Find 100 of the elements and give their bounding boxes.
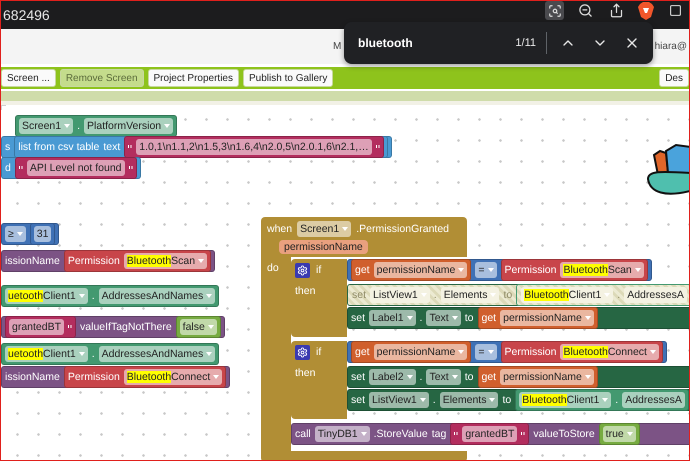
caret-icon (78, 294, 85, 298)
dropdown-field[interactable]: permissionName (500, 369, 594, 385)
block-label: . (617, 289, 620, 301)
input-field[interactable]: 31 (34, 226, 52, 242)
toolbar-button[interactable]: Des (659, 69, 689, 87)
find-input[interactable]: bluetooth (358, 36, 506, 50)
dropdown-field[interactable]: Screen1 (19, 118, 74, 134)
block-label: tag (432, 428, 446, 440)
code-block[interactable]: get permissionName = Permission BluetoothConnect (347, 341, 667, 363)
dropdown-field[interactable]: uetoothClient1 (5, 288, 88, 304)
dropdown-field[interactable]: true (602, 426, 636, 442)
toolbar-button[interactable]: Screen ... (1, 69, 56, 87)
dropdown-field[interactable]: AddressesAndNames (98, 346, 216, 362)
caret-icon (206, 352, 212, 356)
caret-icon (206, 294, 212, 298)
code-block[interactable]: 31 (30, 223, 56, 245)
code-block[interactable]: Permission BluetoothConnect (64, 366, 226, 388)
dropdown-field[interactable]: PlatformVersion (84, 118, 174, 134)
dropdown-field[interactable]: BluetoothConnect (560, 344, 659, 360)
code-block[interactable]: s list from csv table text 1.0,1\n1.1,2\n1.5,3\n1.6,4\n2.0,5\n2.0.1,6\n2.1,… (1, 136, 392, 158)
code-block[interactable]: 1.0,1\n1.1,2\n1.5,3\n1.6,4\n2.0,5\n2.0.1,6\n2.1,… (124, 136, 384, 158)
parameter-field[interactable]: permissionName (279, 240, 368, 254)
find-in-page-icon[interactable] (545, 1, 564, 20)
dropdown-field[interactable]: BluetoothScan (124, 253, 208, 269)
code-block[interactable]: grantedBT valueIfTagNotThere false (1, 316, 225, 338)
dropdown-field[interactable]: BluetoothScan (560, 262, 644, 278)
code-block[interactable]: Permission BluetoothScan (64, 250, 212, 272)
code-block[interactable]: false (176, 316, 221, 338)
string-field[interactable]: 1.0,1\n1.1,2\n1.5,3\n1.6,4\n2.0,5\n2.0.1,6\n2.1,… (136, 139, 372, 155)
toolbar-button[interactable]: Project Properties (148, 69, 239, 87)
block-label: call (295, 428, 311, 440)
dropdown-field[interactable]: permissionName (500, 310, 594, 326)
quote-icon (128, 166, 132, 170)
toolbar-button[interactable]: Publish to Gallery (243, 69, 334, 87)
block-label: to (502, 394, 512, 406)
caret-icon (650, 350, 656, 354)
block-label: if (316, 346, 322, 358)
caret-icon (489, 398, 496, 402)
code-block[interactable]: get permissionName (351, 259, 472, 281)
code-block[interactable]: set Label1 . Text to get permissionName (347, 307, 689, 329)
dropdown-field[interactable]: permissionName (374, 344, 468, 360)
code-block[interactable]: get permissionName (478, 307, 598, 329)
block-label: . (615, 394, 618, 406)
code-block[interactable]: Permission BluetoothConnect (500, 341, 663, 363)
block-label: . (420, 312, 422, 324)
dropdown-field[interactable]: ListView1 (369, 392, 429, 408)
block-label: set (351, 371, 366, 383)
code-block[interactable]: uetoothClient1 . AddressesAndNames (1, 285, 220, 307)
dropdown-field[interactable]: AddressesAndNames (98, 288, 216, 304)
code-block[interactable]: ≥ 31 (1, 223, 60, 245)
code-block[interactable]: d API Level not found (1, 157, 140, 179)
block-label: s (5, 141, 10, 153)
input-field[interactable]: grantedBT (9, 319, 64, 335)
dropdown-field[interactable]: Text (426, 369, 461, 385)
code-block[interactable]: get permissionName (478, 366, 598, 388)
dropdown-field[interactable]: uetoothClient1 (5, 346, 88, 362)
string-field[interactable]: grantedBT (462, 426, 518, 442)
dropdown-field[interactable]: = (475, 262, 497, 278)
dropdown-field[interactable]: permissionName (374, 262, 468, 278)
code-block[interactable]: Permission BluetoothScan (500, 259, 648, 281)
block-label: . (77, 120, 80, 132)
dropdown-field[interactable]: TinyDB1 (314, 426, 370, 442)
dropdown-field[interactable]: BluetoothClient1 (519, 392, 612, 408)
caret-icon (406, 375, 413, 379)
dropdown-field[interactable]: = (475, 344, 497, 360)
code-block[interactable]: true (598, 423, 640, 445)
code-block[interactable]: set Label2 . Text to get permissionName (347, 366, 689, 388)
dropdown-field[interactable]: Elements (440, 392, 498, 408)
block-label: Permission (68, 371, 120, 383)
gear-icon[interactable] (295, 262, 310, 278)
code-block[interactable]: get permissionName = Permission BluetoothScan (347, 259, 652, 281)
code-block[interactable]: API Level not found (14, 157, 136, 179)
dropdown-field[interactable]: ≥ (5, 226, 26, 242)
code-block[interactable]: set ListView1 . Elements to BluetoothClient1 . AddressesA (347, 389, 689, 411)
code-block[interactable]: Screen1 . PlatformVersion (15, 115, 178, 137)
dropdown-field[interactable]: Screen1 (297, 221, 352, 237)
caret-icon (584, 375, 591, 379)
gear-icon[interactable] (295, 344, 310, 360)
code-block[interactable]: issionName Permission BluetoothScan (1, 250, 216, 272)
code-block[interactable]: BluetoothClient1 . AddressesA (515, 389, 689, 411)
dropdown-field[interactable]: false (180, 319, 217, 335)
code-block[interactable]: call TinyDB1 .StoreValue tag grantedBT valueToStore true (291, 423, 689, 445)
dropdown-field[interactable]: Label1 (369, 310, 416, 326)
dropdown-field[interactable]: BluetoothConnect (124, 369, 222, 385)
caret-icon (342, 227, 348, 231)
input-field[interactable]: AddressesA (622, 392, 685, 408)
code-block[interactable]: get permissionName (351, 341, 472, 363)
code-block[interactable]: list from csv table text 1.0,1\n1.1,2\n1.5,3\n1.6,4\n2.0,5\n2.0.1,6\n2.1,… (14, 136, 388, 158)
dropdown-field[interactable]: Text (426, 310, 461, 326)
block-label: get (355, 264, 370, 276)
dropdown-field[interactable]: Label2 (369, 369, 416, 385)
caret-icon (602, 398, 608, 402)
code-block[interactable]: grantedBT (450, 423, 530, 445)
code-block[interactable]: grantedBT (5, 316, 76, 338)
code-block[interactable]: uetoothClient1 . AddressesAndNames (1, 343, 220, 365)
block-label: list from csv table (18, 141, 100, 153)
event-block-header[interactable]: when Screen1 .PermissionGranted permissionName (261, 217, 467, 257)
string-field[interactable]: API Level not found (26, 160, 124, 176)
code-block[interactable]: issionName Permission BluetoothConnect (1, 366, 230, 388)
caret-icon (208, 325, 214, 329)
